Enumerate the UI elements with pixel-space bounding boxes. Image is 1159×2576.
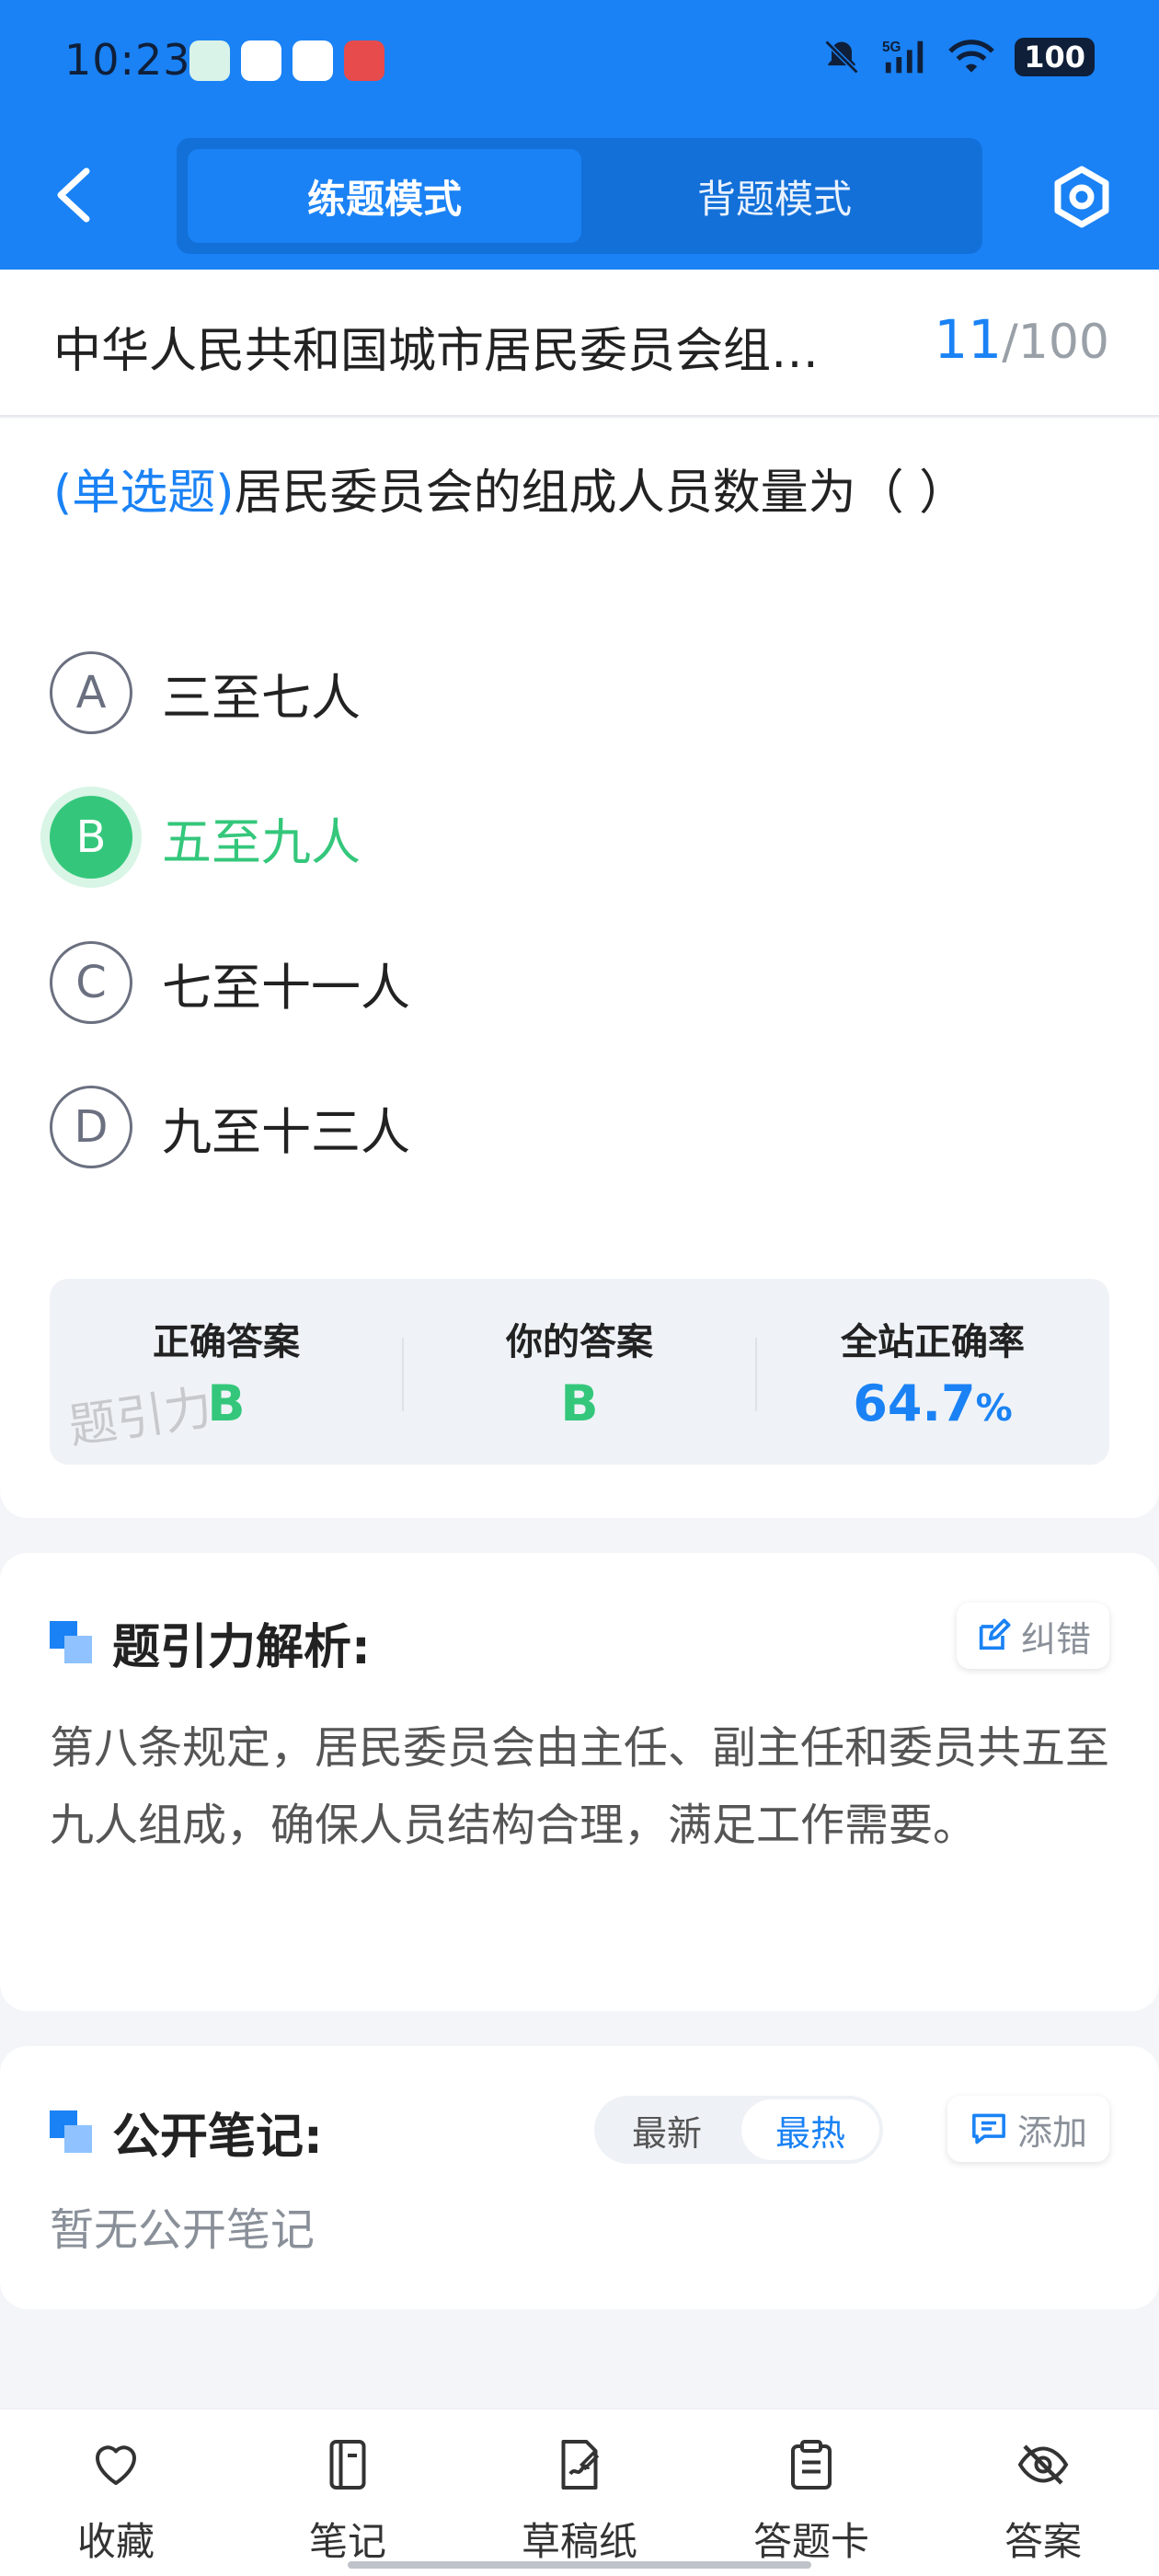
nav-label: 笔记 bbox=[308, 2519, 386, 2564]
option-letter: C bbox=[50, 941, 132, 1024]
heart-icon bbox=[96, 2445, 136, 2485]
nav-scratch-paper[interactable]: 草稿纸 bbox=[464, 2409, 695, 2576]
nav-notes[interactable]: 笔记 bbox=[232, 2409, 464, 2576]
correct-answer-value: B bbox=[207, 1374, 246, 1432]
question-type-label: (单选题) bbox=[53, 466, 235, 521]
sort-latest[interactable]: 最新 bbox=[598, 2099, 736, 2160]
question-progress[interactable]: 11/100 bbox=[934, 308, 1109, 371]
section-square-icon bbox=[50, 2110, 94, 2155]
option-a[interactable]: A 三至七人 bbox=[50, 649, 1107, 737]
answer-summary: 正确答案 题引力 B 你的答案 B 全站正确率 64.7% bbox=[50, 1279, 1109, 1465]
accuracy-label: 全站正确率 bbox=[841, 1321, 1025, 1363]
option-text: 七至十一人 bbox=[162, 958, 410, 1017]
mute-bell-icon bbox=[824, 40, 859, 75]
app-notification-icon bbox=[344, 40, 384, 81]
notes-heading: 公开笔记: bbox=[50, 2098, 323, 2167]
option-b[interactable]: B 五至九人 bbox=[50, 793, 1107, 881]
app-notification-icon bbox=[241, 40, 281, 81]
edit-icon bbox=[979, 1618, 1011, 1650]
nav-answer[interactable]: 答案 bbox=[927, 2409, 1159, 2576]
tab-memorize-mode[interactable]: 背题模式 bbox=[578, 149, 971, 243]
report-error-label: 纠错 bbox=[1020, 1618, 1091, 1660]
analysis-card: 题引力解析: 纠错 第八条规定，居民委员会由主任、副主任和委员共五至九人组成，确… bbox=[0, 1553, 1159, 2011]
nav-label: 草稿纸 bbox=[521, 2519, 637, 2564]
app-notification-icon bbox=[293, 40, 333, 81]
option-letter: D bbox=[50, 1086, 132, 1168]
notes-sort-toggle: 最新 最热 bbox=[594, 2096, 883, 2164]
accuracy-unit: % bbox=[975, 1387, 1013, 1430]
notes-empty-text: 暂无公开笔记 bbox=[50, 2204, 316, 2256]
current-question-number: 11 bbox=[934, 308, 1003, 371]
nav-label: 收藏 bbox=[76, 2519, 155, 2564]
draft-paper-icon bbox=[561, 2440, 600, 2490]
notes-title: 公开笔记: bbox=[112, 2110, 323, 2165]
option-text: 五至九人 bbox=[162, 812, 361, 871]
status-time: 10:23 bbox=[64, 35, 191, 85]
progress-separator: / bbox=[1002, 315, 1018, 370]
question-stem: (单选题)居民委员会的组成人员数量为（ ） bbox=[53, 446, 1111, 540]
app-notification-icon bbox=[189, 40, 230, 81]
comment-icon bbox=[972, 2113, 1005, 2145]
nav-favorite[interactable]: 收藏 bbox=[0, 2409, 232, 2576]
analysis-title: 题引力解析: bbox=[112, 1620, 371, 1675]
notebook-icon bbox=[329, 2440, 366, 2490]
accuracy-column: 全站正确率 64.7% bbox=[756, 1279, 1109, 1465]
accuracy-number: 64.7 bbox=[853, 1374, 976, 1432]
option-d[interactable]: D 九至十三人 bbox=[50, 1083, 1107, 1171]
public-notes-card: 公开笔记: 最新 最热 添加 暂无公开笔记 bbox=[0, 2046, 1159, 2309]
status-bar: 10:23 5G 100 bbox=[0, 0, 1159, 129]
question-card: (单选题)居民委员会的组成人员数量为（ ） A 三至七人 B 五至九人 C 七至… bbox=[0, 419, 1159, 1518]
accuracy-value: 64.7% bbox=[756, 1374, 1109, 1432]
signal-icon: 5G bbox=[882, 40, 924, 74]
your-answer-label: 你的答案 bbox=[506, 1321, 653, 1363]
option-letter: A bbox=[50, 651, 132, 734]
eye-off-icon bbox=[1017, 2444, 1069, 2485]
add-note-button[interactable]: 添加 bbox=[947, 2096, 1109, 2162]
nav-answer-sheet[interactable]: 答题卡 bbox=[695, 2409, 927, 2576]
nav-label: 答题卡 bbox=[752, 2519, 869, 2564]
exam-title: 中华人民共和国城市居民委员会组… bbox=[53, 324, 820, 379]
analysis-text: 第八条规定，居民委员会由主任、副主任和委员共五至九人组成，确保人员结构合理，满足… bbox=[50, 1722, 1110, 1851]
correct-answer-label: 正确答案 bbox=[153, 1321, 300, 1363]
correct-answer-column: 正确答案 题引力 B bbox=[50, 1279, 403, 1465]
battery-indicator: 100 bbox=[1015, 38, 1095, 76]
sort-hottest[interactable]: 最热 bbox=[741, 2099, 879, 2160]
your-answer-value: B bbox=[560, 1374, 599, 1432]
home-indicator[interactable] bbox=[348, 2561, 811, 2569]
settings-hexagon-icon[interactable] bbox=[1050, 166, 1113, 228]
option-c[interactable]: C 七至十一人 bbox=[50, 938, 1107, 1027]
exam-title-bar: 中华人民共和国城市居民委员会组… 11/100 bbox=[0, 270, 1159, 417]
wifi-icon bbox=[948, 40, 995, 73]
svg-text:5G: 5G bbox=[882, 40, 901, 55]
clipboard-icon bbox=[791, 2440, 832, 2490]
app-header: 10:23 5G 100 练题模式 背题模式 bbox=[0, 0, 1159, 270]
total-questions: 100 bbox=[1017, 315, 1109, 370]
back-arrow-icon[interactable] bbox=[53, 166, 94, 224]
nav-label: 答案 bbox=[1004, 2519, 1082, 2564]
analysis-heading: 题引力解析: bbox=[50, 1608, 371, 1677]
notification-icons bbox=[189, 40, 384, 81]
section-square-icon bbox=[50, 1620, 94, 1665]
question-text: 居民委员会的组成人员数量为（ ） bbox=[234, 466, 968, 521]
status-right: 5G 100 bbox=[821, 37, 1095, 77]
option-text: 九至十三人 bbox=[162, 1102, 410, 1161]
add-note-label: 添加 bbox=[1016, 2111, 1087, 2153]
option-text: 三至七人 bbox=[162, 668, 361, 727]
option-letter: B bbox=[50, 796, 132, 879]
report-error-button[interactable]: 纠错 bbox=[957, 1603, 1109, 1669]
your-answer-column: 你的答案 B bbox=[403, 1279, 756, 1465]
mode-switch: 练题模式 背题模式 bbox=[177, 138, 982, 254]
bottom-nav: 收藏 笔记 草稿纸 答题卡 答案 bbox=[0, 2409, 1159, 2576]
tab-practice-mode[interactable]: 练题模式 bbox=[188, 149, 581, 243]
